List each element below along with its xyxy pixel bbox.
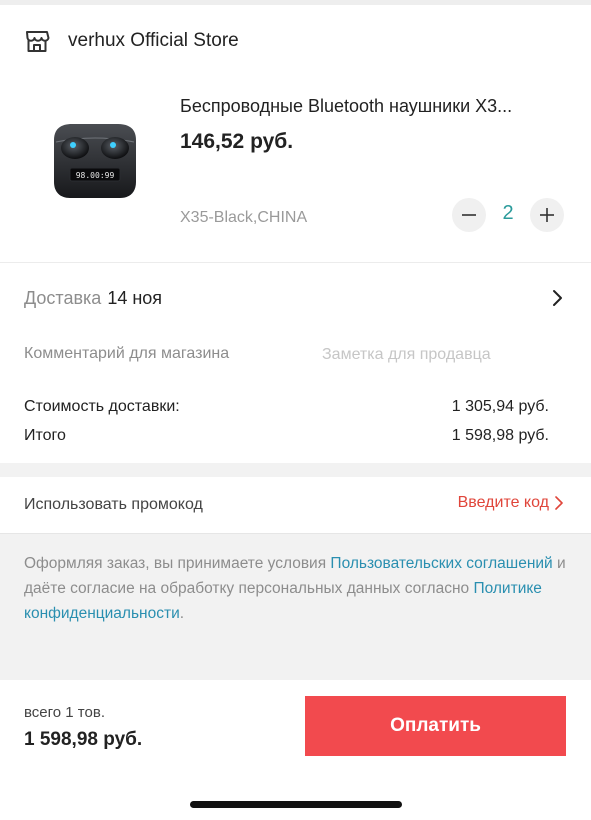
quantity-increase-button[interactable] (530, 198, 564, 232)
home-indicator[interactable] (190, 801, 402, 808)
delivery-date: 14 ноя (107, 287, 163, 308)
top-separator (0, 0, 591, 5)
product-image[interactable]: 98.00:99 (42, 112, 148, 208)
total-label: Итого (24, 427, 66, 444)
enter-promo-code-text: Введите код (457, 494, 549, 511)
enter-promo-code-link[interactable]: Введите код (458, 494, 565, 512)
terms-text: Оформляя заказ, вы принимаете условия По… (24, 551, 572, 626)
product-title[interactable]: Беспроводные Bluetooth наушники X3... (180, 96, 512, 117)
user-agreement-link[interactable]: Пользовательских соглашений (330, 555, 552, 572)
store-header[interactable]: verhux Official Store (24, 26, 239, 56)
product-variant[interactable]: X35-Black,CHINA (180, 209, 307, 227)
delivery-row[interactable]: Доставка 14 ноя (24, 284, 569, 312)
checkout-footer: всего 1 тов. 1 598,98 руб. Оплатить (0, 680, 591, 820)
minus-icon (462, 214, 476, 216)
terms-text-part: Оформляя заказ, вы принимаете условия (24, 555, 331, 572)
pay-button[interactable]: Оплатить (305, 696, 566, 756)
chevron-right-icon (555, 496, 563, 510)
shipping-cost-value: 1 305,94 руб. (451, 398, 549, 415)
quantity-decrease-button[interactable] (452, 198, 486, 232)
comment-label: Комментарий для магазина (24, 345, 230, 362)
quantity-value[interactable]: 2 (490, 202, 526, 225)
promo-code-label: Использовать промокод (24, 496, 203, 513)
terms-notice: Оформляя заказ, вы принимаете условия По… (0, 533, 591, 680)
store-name: verhux Official Store (68, 30, 239, 51)
items-count: всего 1 тов. (24, 704, 105, 721)
shipping-cost-label: Стоимость доставки: (24, 398, 180, 415)
case-display-text: 98.00:99 (76, 171, 115, 180)
divider (0, 262, 591, 263)
product-price: 146,52 руб. (180, 130, 294, 153)
seller-note-input[interactable] (322, 340, 562, 370)
promo-code-row[interactable]: Использовать промокод Введите код (0, 477, 591, 533)
section-separator (0, 463, 591, 477)
delivery-label: Доставка (24, 287, 102, 308)
store-icon (24, 28, 50, 54)
plus-icon (540, 208, 554, 222)
chevron-right-icon (553, 290, 562, 306)
terms-text-part: . (179, 605, 185, 622)
order-total: 1 598,98 руб. (24, 729, 143, 750)
total-value: 1 598,98 руб. (451, 427, 549, 444)
